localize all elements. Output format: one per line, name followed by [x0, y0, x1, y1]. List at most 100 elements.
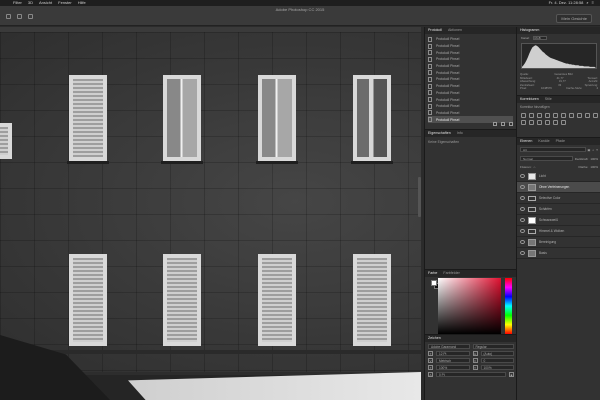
filter-text-icon[interactable]: T: [596, 148, 598, 152]
tab-eigenschaften[interactable]: Eigenschaften: [428, 130, 451, 137]
history-item[interactable]: Protokoll Pinsel: [428, 96, 513, 103]
visibility-eye-icon[interactable]: [520, 251, 525, 255]
filter-adjust-icon[interactable]: ◐: [592, 148, 594, 152]
hue-saturation-icon[interactable]: [561, 113, 566, 118]
visibility-eye-icon[interactable]: [520, 174, 525, 178]
hue-slider[interactable]: [505, 278, 512, 334]
vertical-scale-field[interactable]: 100%: [436, 365, 470, 370]
stat-value: 4: [596, 86, 598, 91]
history-item[interactable]: Protokoll Pinsel: [428, 63, 513, 70]
tracking-field[interactable]: 0: [480, 358, 514, 363]
color-panel: Farbe Farbfelder: [425, 269, 517, 334]
tab-korrekturen[interactable]: Korrekturen: [520, 96, 539, 103]
layer-row[interactable]: Ohne Verfeinerungen: [517, 182, 600, 193]
ledge: [0, 350, 421, 354]
workspace-switcher[interactable]: Mein Gesichte: [556, 14, 592, 23]
folder-icon: [528, 228, 536, 234]
layer-row[interactable]: Bereinigung: [517, 237, 600, 248]
brightness-icon[interactable]: [521, 113, 526, 118]
window-upper-1: [69, 75, 107, 161]
photo-filter-icon[interactable]: [585, 113, 590, 118]
document-icon: [428, 70, 432, 76]
tab-pfade[interactable]: Pfade: [556, 138, 565, 145]
baseline-field[interactable]: 0 Pt: [436, 372, 506, 377]
blend-mode-select[interactable]: Normal: [520, 156, 573, 161]
window-lower-4: [353, 254, 391, 346]
tab-farbfelder[interactable]: Farbfelder: [443, 270, 459, 277]
history-item[interactable]: Protokoll Pinsel: [428, 83, 513, 90]
lock-icon[interactable]: ⌂: [534, 165, 536, 169]
tab-aktionen[interactable]: Aktionen: [448, 27, 462, 34]
history-item[interactable]: Protokoll Pinsel: [428, 43, 513, 50]
tab-zeichen[interactable]: Zeichen: [428, 335, 441, 342]
canvas-scrollbar[interactable]: [418, 177, 421, 217]
filter-image-icon[interactable]: ▣: [588, 148, 591, 152]
fill-field[interactable]: 100%: [590, 165, 598, 169]
document-canvas[interactable]: [0, 27, 421, 400]
history-item[interactable]: Protokoll Pinsel: [428, 110, 513, 117]
history-item[interactable]: Protokoll Pinsel: [428, 76, 513, 83]
history-item[interactable]: Protokoll Pinsel: [428, 90, 513, 97]
color-lookup-icon[interactable]: [521, 120, 526, 125]
history-item[interactable]: Protokoll Pinsel: [428, 56, 513, 63]
font-size-field[interactable]: 12 Pt: [436, 351, 470, 356]
tool-preset-icon[interactable]: [6, 14, 11, 19]
layer-name: Himmel & Wolken: [539, 229, 565, 233]
layer-row[interactable]: Selective Color: [517, 193, 600, 204]
visibility-eye-icon[interactable]: [520, 218, 525, 222]
history-item[interactable]: Protokoll Pinsel: [428, 36, 513, 43]
visibility-eye-icon[interactable]: [520, 240, 525, 244]
font-size-icon: T: [428, 351, 433, 356]
font-style-select[interactable]: Regular: [472, 344, 514, 349]
levels-icon[interactable]: [529, 113, 534, 118]
layer-row[interactable]: Himmel & Wolken: [517, 226, 600, 237]
kerning-field[interactable]: Metrisch: [436, 358, 470, 363]
layer-row[interactable]: Licht: [517, 171, 600, 182]
selective-color-icon[interactable]: [561, 120, 566, 125]
layer-row[interactable]: Schwarzweiß: [517, 215, 600, 226]
tab-protokoll[interactable]: Protokoll: [428, 27, 442, 34]
layer-row[interactable]: Schärfen: [517, 204, 600, 215]
history-item[interactable]: Protokoll Pinsel: [428, 49, 513, 56]
history-item[interactable]: Protokoll Pinsel: [428, 69, 513, 76]
vibrance-icon[interactable]: [553, 113, 558, 118]
visibility-eye-icon[interactable]: [520, 196, 525, 200]
tab-farbe[interactable]: Farbe: [428, 270, 437, 277]
channel-select[interactable]: RGB: [532, 36, 547, 40]
gradient-map-icon[interactable]: [553, 120, 558, 125]
stat-value: 1048576: [540, 86, 552, 91]
visibility-eye-icon[interactable]: [520, 207, 525, 211]
tab-kanaele[interactable]: Kanäle: [538, 138, 549, 145]
text-color-icon[interactable]: ■: [509, 372, 514, 377]
snapshot-icon[interactable]: [493, 122, 497, 126]
tab-histogramm[interactable]: Histogramm: [520, 27, 539, 34]
visibility-eye-icon[interactable]: [520, 229, 525, 233]
document-icon: [428, 36, 432, 42]
layer-row[interactable]: Basis: [517, 248, 600, 259]
font-family-select[interactable]: Adobe Garamond: [428, 344, 470, 349]
tab-info[interactable]: Info: [457, 130, 463, 137]
camera-icon[interactable]: [501, 122, 505, 126]
black-white-icon[interactable]: [577, 113, 582, 118]
horizontal-scale-field[interactable]: 100%: [480, 365, 514, 370]
history-item[interactable]: Protokoll Pinsel: [428, 103, 513, 110]
tab-stile[interactable]: Stile: [545, 96, 552, 103]
brush-settings-icon[interactable]: [17, 14, 22, 19]
exposure-icon[interactable]: [545, 113, 550, 118]
history-item-label: Protokoll Pinsel: [436, 97, 460, 102]
tab-ebenen[interactable]: Ebenen: [520, 138, 532, 145]
channel-mixer-icon[interactable]: [593, 113, 598, 118]
leading-field[interactable]: (Auto): [480, 351, 514, 356]
opacity-field[interactable]: 100%: [590, 157, 598, 161]
curves-icon[interactable]: [537, 113, 542, 118]
invert-icon[interactable]: [529, 120, 534, 125]
threshold-icon[interactable]: [545, 120, 550, 125]
posterize-icon[interactable]: [537, 120, 542, 125]
color-balance-icon[interactable]: [569, 113, 574, 118]
foreground-swatch[interactable]: [431, 280, 437, 286]
color-field[interactable]: [438, 278, 501, 334]
airbrush-icon[interactable]: [28, 14, 33, 19]
trash-icon[interactable]: [509, 122, 513, 126]
visibility-eye-icon[interactable]: [520, 185, 525, 189]
layer-filter-select[interactable]: Art: [520, 147, 586, 152]
